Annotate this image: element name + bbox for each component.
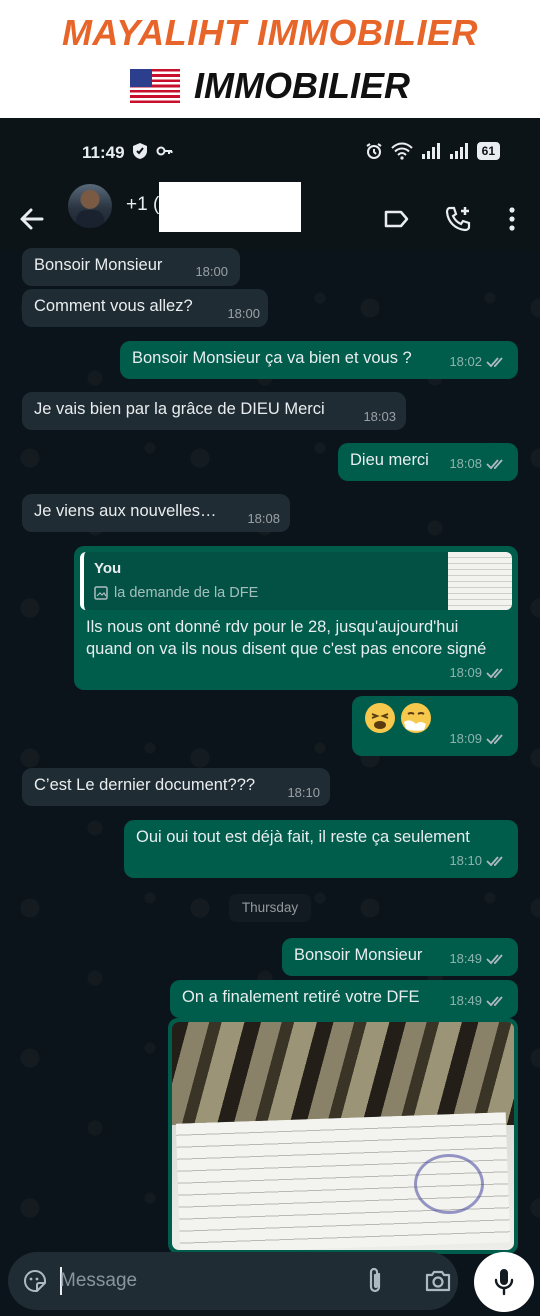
read-receipt-icon — [486, 996, 503, 1007]
stamp-mark — [414, 1154, 484, 1215]
message-time: 18:49 — [449, 951, 482, 966]
message-bubble[interactable]: Oui oui tout est déjà fait, il reste ça … — [124, 820, 518, 878]
read-receipt-icon — [486, 357, 503, 368]
message-bubble[interactable]: Je vais bien par la grâce de DIEU Merci … — [22, 392, 406, 430]
read-receipt-icon — [486, 734, 503, 745]
read-receipt-icon — [486, 459, 503, 470]
voice-record-button[interactable] — [474, 1252, 534, 1312]
message-time: 18:10 — [449, 853, 482, 868]
message-text: C’est Le dernier document??? — [34, 776, 256, 794]
read-receipt-icon — [486, 668, 503, 679]
attach-icon[interactable] — [364, 1266, 386, 1296]
contact-name[interactable]: +1 ( — [126, 194, 159, 216]
brand-subtitle: IMMOBILIER — [194, 65, 410, 106]
quote-author: You — [94, 560, 122, 577]
quoted-message[interactable]: You la demande de la DFE — [80, 552, 512, 610]
sneezing-face-emoji — [401, 703, 431, 733]
microphone-icon — [494, 1269, 514, 1296]
message-text: Oui oui tout est déjà fait, il reste ça … — [136, 828, 470, 846]
image-icon — [94, 586, 108, 600]
message-time: 18:02 — [449, 354, 482, 369]
message-time: 18:09 — [449, 665, 482, 680]
document-photo[interactable] — [172, 1022, 514, 1250]
message-composer — [8, 1252, 458, 1310]
status-time: 11:49 — [82, 143, 125, 162]
more-options-icon[interactable] — [496, 203, 528, 235]
day-divider: Thursday — [229, 894, 311, 922]
message-bubble[interactable]: On a finalement retiré votre DFE 18:49 — [170, 980, 518, 1018]
message-bubble[interactable]: Bonsoir Monsieur 18:00 — [22, 248, 240, 286]
message-bubble[interactable]: Je viens aux nouvelles… 18:08 — [22, 494, 290, 532]
message-time: 18:03 — [363, 409, 396, 424]
label-icon[interactable] — [380, 203, 412, 235]
message-bubble[interactable]: Bonsoir Monsieur ça va bien et vous ? 18… — [120, 341, 518, 379]
redaction-box — [159, 182, 301, 232]
alarm-icon — [366, 143, 382, 159]
message-bubble[interactable]: Bonsoir Monsieur 18:49 — [282, 938, 518, 976]
brand-title: MAYALIHT IMMOBILIER — [61, 12, 479, 53]
back-arrow-icon[interactable] — [16, 203, 48, 235]
message-time: 18:00 — [227, 306, 260, 321]
brand-subtitle-row: IMMOBILIER — [0, 64, 540, 108]
quote-thumbnail — [448, 552, 512, 610]
wifi-icon — [390, 142, 413, 160]
message-bubble[interactable]: Comment vous allez? 18:00 — [22, 289, 268, 327]
message-input[interactable] — [60, 1266, 350, 1296]
status-bar: 11:49 61 — [0, 118, 540, 188]
sticker-icon[interactable] — [22, 1268, 48, 1294]
signal-icon-2 — [449, 143, 468, 159]
add-call-icon[interactable] — [442, 203, 474, 235]
battery-indicator: 61 — [476, 142, 500, 160]
image-message[interactable] — [168, 1018, 518, 1254]
message-text: Ils nous ont donné rdv pour le 28, jusqu… — [86, 618, 487, 658]
shield-icon — [133, 143, 147, 159]
signal-icon — [421, 143, 440, 159]
message-time: 18:49 — [449, 993, 482, 1008]
us-flag-icon — [130, 69, 180, 103]
message-time: 18:08 — [449, 456, 482, 471]
message-bubble[interactable]: C’est Le dernier document??? 18:10 — [22, 768, 330, 806]
quote-caption: la demande de la DFE — [114, 585, 259, 601]
avatar[interactable] — [68, 184, 112, 228]
chat-screen: 11:49 61 +1 ( Bonsoir Monsieur 18:00 Com… — [0, 118, 540, 1316]
tired-face-emoji — [365, 703, 395, 733]
message-time: 18:08 — [247, 511, 280, 526]
read-receipt-icon — [486, 856, 503, 867]
key-icon — [156, 146, 173, 156]
message-text: Comment vous allez? — [34, 297, 193, 315]
message-bubble[interactable]: 18:09 — [352, 696, 518, 756]
message-time: 18:00 — [195, 264, 228, 279]
read-receipt-icon — [486, 954, 503, 965]
brand-banner: MAYALIHT IMMOBILIER IMMOBILIER — [0, 0, 540, 118]
message-time: 18:09 — [449, 731, 482, 746]
message-bubble[interactable]: Dieu merci 18:08 — [338, 443, 518, 481]
camera-icon[interactable] — [424, 1268, 452, 1294]
message-text: Je vais bien par la grâce de DIEU Merci — [34, 400, 325, 418]
message-text: Je viens aux nouvelles… — [34, 502, 217, 520]
message-time: 18:10 — [287, 785, 320, 800]
reply-message-bubble[interactable]: You la demande de la DFE Ils nous ont do… — [74, 546, 518, 690]
